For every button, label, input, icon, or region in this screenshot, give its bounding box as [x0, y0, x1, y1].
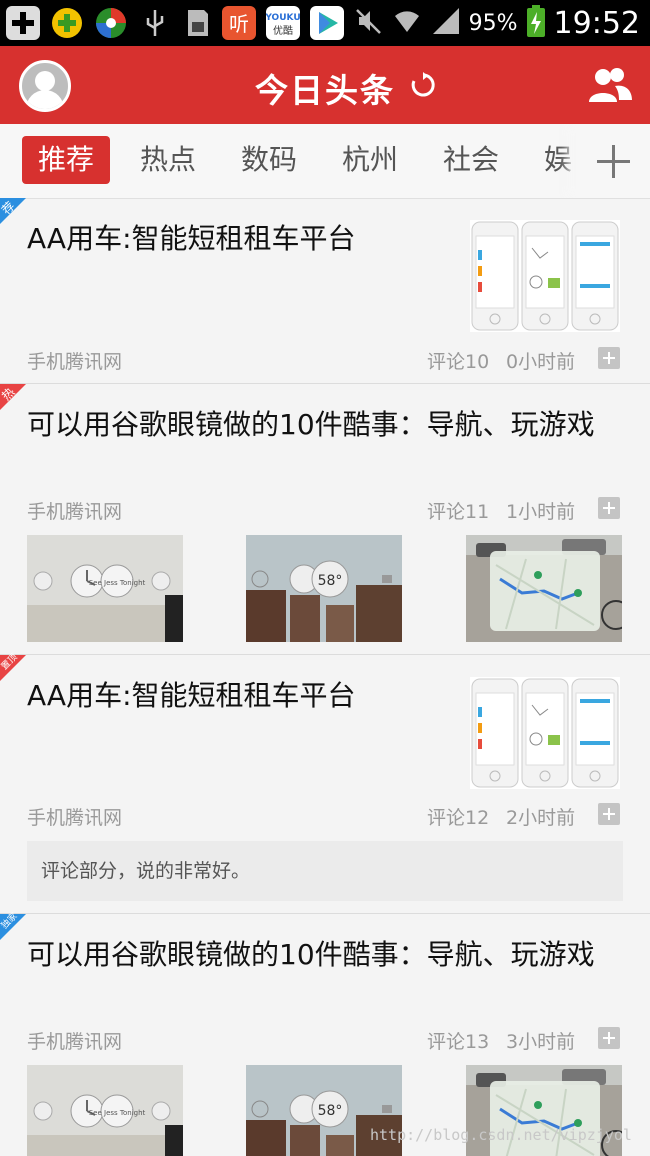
tab-recommend[interactable]: 推荐	[22, 136, 111, 184]
more-options-icon[interactable]	[598, 1027, 620, 1049]
wifi-icon	[391, 6, 423, 40]
news-source: 手机腾讯网	[27, 501, 123, 523]
glass-clock-image[interactable]: See Jess Tonight	[27, 1065, 183, 1156]
swirl-icon	[94, 6, 128, 40]
plus-icon	[597, 145, 630, 178]
news-item[interactable]: 独家 可以用谷歌眼镜做的10件酷事：导航、玩游戏 手机腾讯网 评论13 3小时前…	[0, 911, 650, 1156]
tab-digital[interactable]: 数码	[241, 136, 297, 184]
tab-hot[interactable]: 热点	[140, 136, 196, 184]
news-item[interactable]: 荐 AA用车:智能短租租车平台 手机腾讯网 评论10 0小时前	[0, 198, 650, 384]
more-options-icon[interactable]	[598, 347, 620, 369]
news-source: 手机腾讯网	[27, 807, 123, 829]
status-bar: 听 YOUKU 优酷 95% 19:52	[0, 0, 650, 46]
app-screenshot-thumbnail[interactable]	[470, 677, 620, 789]
battery-percent: 95%	[468, 10, 518, 36]
app-screenshot-thumbnail[interactable]	[470, 220, 620, 332]
blog-watermark: http://blog.csdn.net/vipzjyol	[370, 1126, 632, 1144]
more-options-icon[interactable]	[598, 803, 620, 825]
news-item[interactable]: 热 可以用谷歌眼镜做的10件酷事：导航、玩游戏 手机腾讯网 评论11 1小时前 …	[0, 384, 650, 655]
comment-count[interactable]: 评论10	[427, 347, 489, 374]
tonight-label: See Jess Tonight	[89, 579, 146, 587]
plus-icon	[6, 6, 40, 40]
add-channel-button[interactable]	[576, 124, 650, 198]
glass-map-image[interactable]	[466, 535, 622, 642]
app-title: 今日头条	[255, 71, 395, 110]
publish-time: 2小时前	[506, 807, 576, 829]
glass-clock-image[interactable]: See Jess Tonight	[27, 535, 183, 642]
friends-icon[interactable]	[588, 66, 632, 104]
tonight-label: See Jess Tonight	[89, 1109, 146, 1117]
refresh-icon[interactable]	[410, 72, 436, 98]
news-title[interactable]: 可以用谷歌眼镜做的10件酷事：导航、玩游戏	[27, 936, 627, 973]
tab-hangzhou[interactable]: 杭州	[342, 136, 398, 184]
video-app-icon	[310, 6, 344, 40]
temperature-label: 58°	[318, 573, 343, 589]
svg-text:优酷: 优酷	[273, 24, 293, 37]
app-header: 今日头条	[0, 46, 650, 124]
sd-card-icon	[180, 6, 214, 40]
usb-icon	[138, 6, 172, 40]
mute-icon	[353, 6, 383, 40]
svg-text:听: 听	[229, 12, 249, 36]
more-options-icon[interactable]	[598, 497, 620, 519]
youku-app-icon: YOUKU 优酷	[264, 6, 301, 40]
temperature-label: 58°	[318, 1103, 343, 1119]
news-source: 手机腾讯网	[27, 1031, 123, 1053]
comment-preview[interactable]: 评论部分，说的非常好。	[27, 841, 623, 901]
battery-icon	[526, 4, 546, 42]
publish-time: 1小时前	[506, 501, 576, 523]
tab-entertainment[interactable]: 娱	[544, 136, 572, 184]
news-title[interactable]: AA用车:智能短租租车平台	[27, 677, 447, 714]
svg-text:YOUKU: YOUKU	[266, 13, 300, 23]
news-source: 手机腾讯网	[27, 351, 123, 373]
publish-time: 3小时前	[506, 1031, 576, 1053]
tab-society[interactable]: 社会	[443, 136, 499, 184]
news-title[interactable]: AA用车:智能短租租车平台	[27, 220, 447, 257]
comment-count[interactable]: 评论12	[427, 803, 489, 830]
signal-icon	[431, 6, 461, 40]
glass-weather-image[interactable]: 58°	[246, 535, 402, 642]
publish-time: 0小时前	[506, 351, 576, 373]
clock: 19:52	[553, 5, 640, 41]
news-title[interactable]: 可以用谷歌眼镜做的10件酷事：导航、玩游戏	[27, 406, 627, 443]
news-item[interactable]: 置顶 AA用车:智能短租租车平台 手机腾讯网 评论12 2小时前 评论部分，说的…	[0, 652, 650, 914]
listen-app-icon: 听	[222, 6, 256, 40]
comment-count[interactable]: 评论13	[427, 1027, 489, 1054]
plus-round-icon	[50, 6, 84, 40]
category-tabs: 推荐 热点 数码 杭州 社会 娱	[0, 124, 650, 199]
comment-count[interactable]: 评论11	[427, 497, 489, 524]
